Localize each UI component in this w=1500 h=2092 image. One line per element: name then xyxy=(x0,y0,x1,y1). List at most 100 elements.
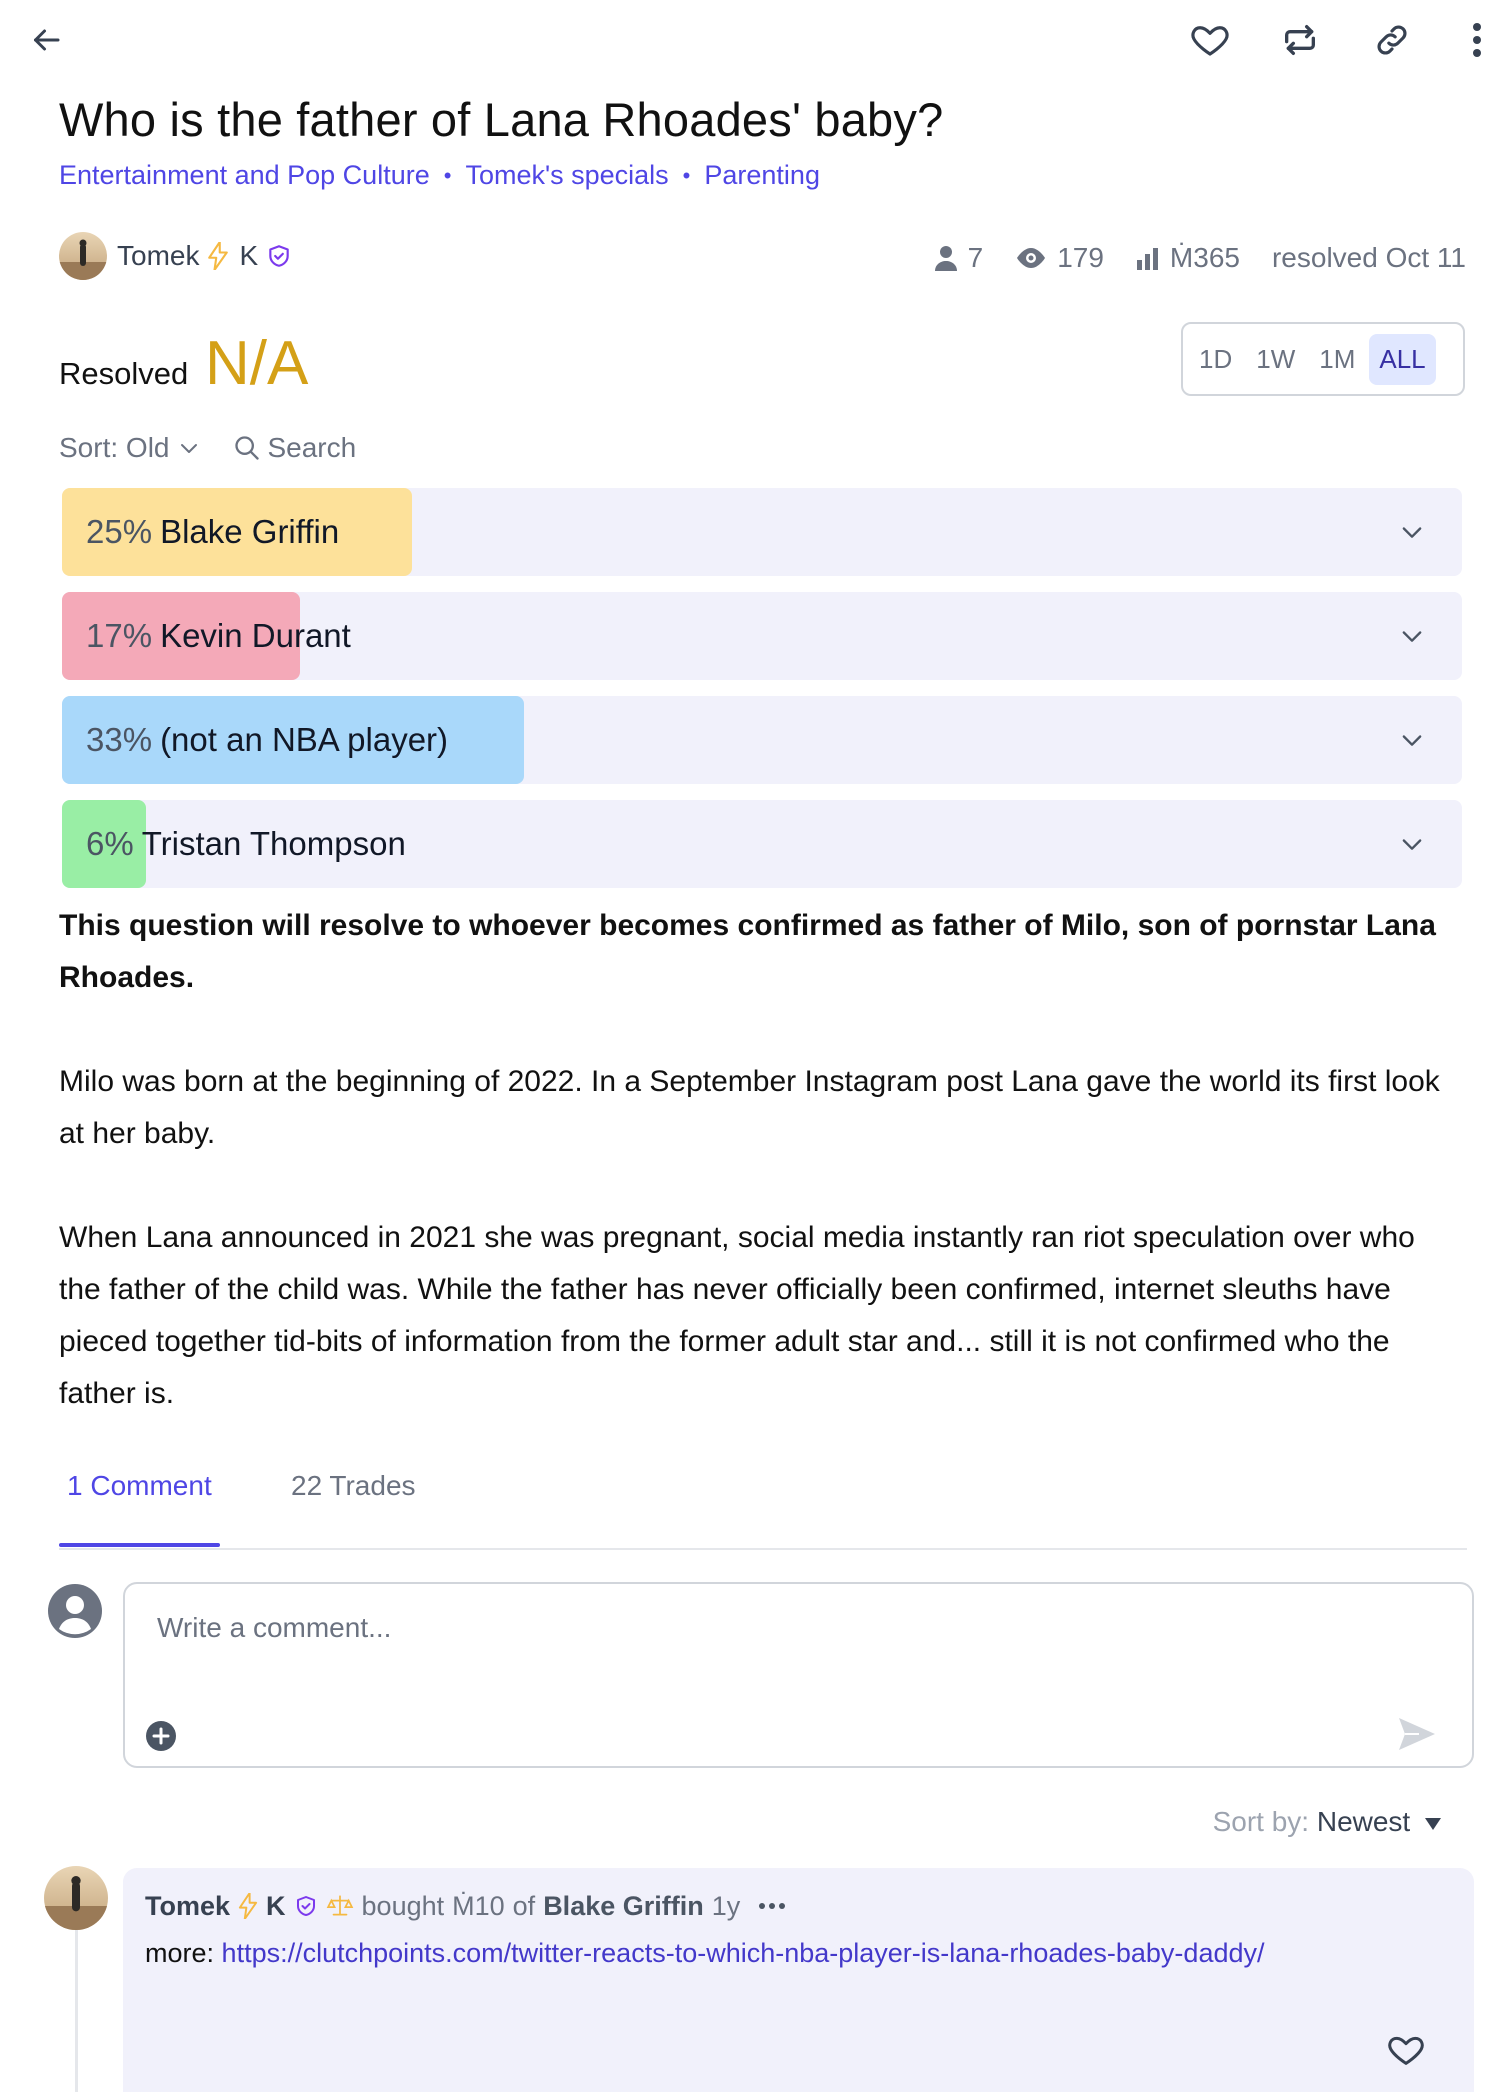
separator-dot: • xyxy=(443,162,452,188)
add-attachment-icon[interactable] xyxy=(145,1720,177,1752)
eye-icon xyxy=(1017,248,1046,268)
comment-time[interactable]: 1y xyxy=(712,1891,741,1922)
user-circle-icon xyxy=(48,1584,102,1638)
range-all-button[interactable]: ALL xyxy=(1369,333,1436,385)
chevron-down-icon[interactable] xyxy=(177,436,201,460)
comment-sort-label: Sort by: xyxy=(1212,1806,1310,1837)
search-button[interactable]: Search xyxy=(267,432,356,464)
more-options-button[interactable] xyxy=(1452,12,1500,68)
resolved-date: resolved Oct 11 xyxy=(1272,242,1466,274)
answer-label: 6% Tristan Thompson xyxy=(86,800,406,888)
comment-link[interactable]: https://clutchpoints.com/twitter-reacts-… xyxy=(222,1938,1265,1968)
category-entertainment[interactable]: Entertainment and Pop Culture xyxy=(59,160,430,191)
arrow-left-icon xyxy=(34,29,60,51)
volume-amount: Ṁ365 xyxy=(1169,242,1240,273)
search-icon[interactable] xyxy=(233,434,261,462)
comment-author-badge: K xyxy=(266,1890,286,1921)
description-paragraph-3: When Lana announced in 2021 she was preg… xyxy=(59,1221,1415,1410)
heart-icon xyxy=(1191,26,1229,56)
answer-label: 17% Kevin Durant xyxy=(86,592,351,680)
back-button[interactable] xyxy=(18,12,74,68)
comment-author-avatar[interactable] xyxy=(44,1866,108,1930)
chevron-down-icon[interactable] xyxy=(1398,726,1426,754)
of-text: of xyxy=(512,1890,536,1921)
more-horizontal-icon[interactable] xyxy=(758,1901,786,1911)
resolved-date-text: resolved Oct 11 xyxy=(1271,242,1466,273)
answer-percent: 17% xyxy=(86,617,153,654)
answer-row[interactable]: 25% Blake Griffin xyxy=(62,488,1462,576)
category-parenting[interactable]: Parenting xyxy=(704,160,820,191)
comment-sort[interactable]: Sort by: Newest xyxy=(1213,1806,1442,1838)
comment-header: Tomek K bought Ṁ10 of Blake Griffin 1y xyxy=(145,1882,786,1930)
description-paragraph-1: This question will resolve to whoever be… xyxy=(59,909,1436,994)
comment-like-icon[interactable] xyxy=(1385,2030,1427,2070)
comment-card: Tomek K bought Ṁ10 of Blake Griffin 1y m… xyxy=(123,1868,1474,2092)
answer-row[interactable]: 17% Kevin Durant xyxy=(62,592,1462,680)
comment-body: more: https://clutchpoints.com/twitter-r… xyxy=(145,1938,1265,1969)
views-count: 179 xyxy=(1057,242,1104,273)
answer-row[interactable]: 33% (not an NBA player) xyxy=(62,696,1462,784)
answer-label: 25% Blake Griffin xyxy=(86,488,339,576)
chevron-down-icon[interactable] xyxy=(1398,830,1426,858)
comment-input[interactable]: Write a comment... xyxy=(157,1612,391,1644)
link-icon xyxy=(1377,25,1407,55)
time-range-selector: 1D 1W 1M ALL xyxy=(1181,322,1465,396)
answer-percent: 33% xyxy=(86,721,153,758)
description-paragraph-2: Milo was born at the beginning of 2022. … xyxy=(59,1065,1440,1150)
answer-label: 33% (not an NBA player) xyxy=(86,696,448,784)
market-description: This question will resolve to whoever be… xyxy=(59,900,1459,1420)
traders-count: 7 xyxy=(967,242,984,273)
sort-dropdown[interactable]: Sort: Old xyxy=(59,432,169,464)
comment-prefix: more: xyxy=(145,1938,215,1968)
answer-name: (not an NBA player) xyxy=(160,721,449,758)
chevron-down-icon[interactable] xyxy=(1398,518,1426,546)
creator-info[interactable]: Tomek K xyxy=(59,230,292,282)
volume-stat: Ṁ365 xyxy=(1136,242,1240,274)
answer-name: Kevin Durant xyxy=(160,617,351,654)
separator-dot: • xyxy=(682,162,691,188)
category-links: Entertainment and Pop Culture • Tomek's … xyxy=(59,160,820,191)
scales-icon xyxy=(326,1895,353,1916)
answer-name: Blake Griffin xyxy=(160,513,340,550)
comment-input-box[interactable]: Write a comment... xyxy=(123,1582,1474,1768)
copy-link-button[interactable] xyxy=(1364,12,1420,68)
range-1m-button[interactable]: 1M xyxy=(1309,334,1365,385)
views-stat: 179 xyxy=(1015,242,1104,274)
answer-name: Tristan Thompson xyxy=(141,825,406,862)
market-title: Who is the father of Lana Rhoades' baby? xyxy=(59,93,944,146)
current-user-avatar xyxy=(48,1584,102,1638)
repost-button[interactable] xyxy=(1272,12,1328,68)
caret-down-icon[interactable] xyxy=(1424,1817,1442,1831)
market-stats: 7 179 Ṁ365 resolved Oct 11 xyxy=(902,242,1466,274)
category-tomeks-specials[interactable]: Tomek's specials xyxy=(465,160,668,191)
user-icon xyxy=(934,246,957,271)
bar-chart-icon xyxy=(1136,248,1158,270)
tab-trades[interactable]: 22 Trades xyxy=(291,1470,416,1502)
range-1d-button[interactable]: 1D xyxy=(1189,334,1242,385)
traders-stat: 7 xyxy=(934,242,984,274)
bought-text: bought xyxy=(361,1890,445,1921)
answer-sort-bar: Sort: Old Search xyxy=(59,432,356,464)
thread-line xyxy=(75,1920,78,2092)
range-1w-button[interactable]: 1W xyxy=(1246,334,1305,385)
repost-icon xyxy=(1285,25,1315,55)
answer-percent: 6% xyxy=(86,825,134,862)
resolution-value: N/A xyxy=(205,329,309,398)
tab-comments[interactable]: 1 Comment xyxy=(67,1470,212,1502)
answer-percent: 25% xyxy=(86,513,153,550)
send-icon[interactable] xyxy=(1397,1716,1437,1752)
answer-row[interactable]: 6% Tristan Thompson xyxy=(62,800,1462,888)
chevron-down-icon[interactable] xyxy=(1398,622,1426,650)
comment-sort-value[interactable]: Newest xyxy=(1317,1806,1410,1837)
like-button[interactable] xyxy=(1182,12,1238,68)
creator-avatar[interactable] xyxy=(59,232,107,280)
active-tab-indicator xyxy=(59,1543,220,1547)
verified-shield-icon xyxy=(296,1896,315,1916)
resolved-label: Resolved xyxy=(59,356,189,391)
comment-author-name[interactable]: Tomek xyxy=(145,1891,230,1922)
creator-badge: K xyxy=(239,240,259,271)
bet-answer: Blake Griffin xyxy=(543,1890,704,1921)
bet-amount: Ṁ10 xyxy=(452,1890,505,1921)
more-vertical-icon xyxy=(1473,23,1481,57)
creator-name[interactable]: Tomek xyxy=(117,240,199,272)
